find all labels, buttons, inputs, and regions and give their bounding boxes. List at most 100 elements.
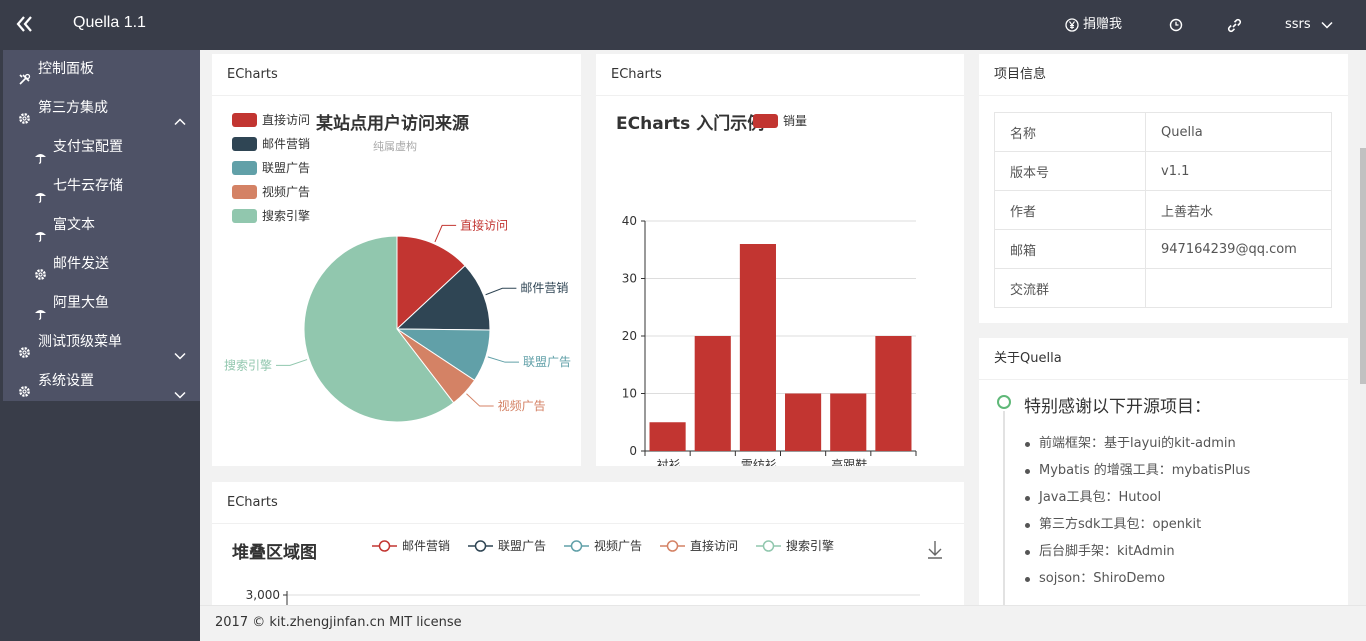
card-title: 关于Quella [979,338,1348,380]
legend-swatch [232,161,257,175]
sidebar-item[interactable]: 阿里大鱼 [3,284,200,323]
project-info-card: 项目信息 名称 Quella 版本号 v1.1 作者 上善若水 邮箱 947164239@qq… [979,54,1348,323]
umbrella-icon [34,180,47,203]
legend-label: 邮件营销 [402,539,450,553]
user-name: ssrs [1285,17,1311,32]
gear-icon [18,102,31,124]
sidebar-item-label: 七牛云存储 [53,178,123,194]
download-icon[interactable] [928,541,942,559]
clock-icon[interactable] [1169,15,1183,35]
sidebar-item[interactable]: 第三方集成 [3,89,200,128]
bar [830,393,867,451]
sidebar: 控制面板第三方集成支付宝配置七牛云存储富文本邮件发送阿里大鱼测试顶级菜单 系统设置 [0,50,200,641]
bar [785,393,822,451]
sidebar-item-label: 第三方集成 [38,100,108,116]
sidebar-item[interactable]: 七牛云存储 [3,167,200,206]
pie-label-line [466,393,494,407]
info-value: v1.1 [1145,151,1332,191]
chart-subtitle: 纯属虚构 [373,139,417,153]
link-icon[interactable] [1227,15,1242,35]
timeline-dot-icon [997,395,1011,409]
legend-label: 视频广告 [262,184,310,199]
user-menu[interactable]: ssrs [1285,15,1333,35]
timeline-line [1003,411,1005,605]
bar-chart-card: ECharts ECharts 入门示例 销量 0 10 20 30 40 衬衫 雪纺衫 高跟鞋 [596,54,964,466]
sidebar-item[interactable]: 支付宝配置 [3,128,200,167]
legend-marker [474,540,487,552]
y-tick-label: 3,000 [246,588,280,602]
chart-title: ECharts 入门示例 [616,113,764,134]
gear-icon [18,375,31,397]
legend-swatch [232,137,257,151]
chevron-down-icon [174,376,186,415]
table-row: 交流群 [994,268,1332,308]
info-value: 947164239@qq.com [1145,229,1332,269]
legend-swatch [232,113,257,127]
pie-label-line [487,356,520,363]
yen-icon [1065,18,1079,32]
page-scrollbar[interactable] [1360,50,1366,605]
table-row: 名称 Quella [994,112,1332,152]
collapse-sidebar-icon[interactable] [14,13,38,37]
legend-label: 搜索引擎 [262,208,310,223]
info-value: Quella [1145,112,1332,152]
pie-label: 视频广告 [498,398,546,413]
legend-swatch [753,114,778,128]
app-title: Quella 1.1 [73,14,146,31]
legend-marker [570,540,583,552]
sidebar-item-label: 富文本 [53,217,95,233]
sidebar-item[interactable]: 系统设置 [3,362,200,401]
pie-label-line [485,287,517,296]
pie-chart: 直接访问邮件营销联盟广告视频广告搜索引擎某站点用户访问来源纯属虚构直接访问邮件营… [224,112,571,423]
sidebar-item[interactable]: 测试顶级菜单 [3,323,200,362]
legend-marker [378,540,391,552]
about-card: 关于Quella 特别感谢以下开源项目： 前端框架：基于layui的kit-ad… [979,338,1348,605]
x-tick-label: 衬衫 [657,458,681,466]
pie-label-line [276,359,308,366]
y-tick-label: 40 [622,214,637,228]
scrollbar-thumb[interactable] [1360,148,1366,384]
footer: 2017 © kit.zhengjinfan.cn MIT license [200,605,1366,641]
bar [649,422,686,451]
info-key: 交流群 [994,268,1146,308]
legend-label: 视频广告 [594,538,642,553]
sidebar-item[interactable]: 富文本 [3,206,200,245]
y-tick-label: 0 [629,444,637,458]
top-header: Quella 1.1 捐赠我 ssrs [0,0,1366,50]
pie-label: 邮件营销 [520,281,568,295]
legend-swatch [232,185,257,199]
donate-label: 捐赠我 [1083,17,1123,32]
list-item: Java工具包：Hutool [1024,484,1250,511]
list-item: Mybatis 的增强工具：mybatisPlus [1024,457,1250,484]
sidebar-item[interactable]: 控制面板 [3,50,200,89]
y-tick-label: 10 [622,387,637,401]
bar-chart: ECharts 入门示例 销量 0 10 20 30 40 衬衫 雪纺衫 高跟鞋 [616,113,917,466]
card-title: ECharts [212,482,964,524]
sidebar-item-label: 支付宝配置 [53,139,123,155]
umbrella-icon [34,219,47,242]
pie-label-line [434,224,457,243]
legend-label: 销量 [783,114,807,128]
card-title: ECharts [212,54,581,96]
list-item: sojson：ShiroDemo [1024,565,1250,592]
area-chart-card: ECharts 堆叠区域图 邮件营销 联盟广告 视频广告 直接访问 搜索引擎 3,000 [212,482,964,605]
legend-label: 搜索引擎 [786,538,834,553]
info-value [1145,268,1332,308]
legend-label: 联盟广告 [262,161,310,175]
y-tick-label: 20 [622,329,637,343]
info-key: 作者 [994,190,1146,230]
download-icon-path [928,541,942,559]
bar [694,336,731,451]
sidebar-item[interactable]: 邮件发送 [3,245,200,284]
pie-label: 搜索引擎 [224,357,272,372]
about-list: 前端框架：基于layui的kit-admin Mybatis 的增强工具：myba… [1024,430,1250,592]
legend-swatch [232,209,257,223]
info-key: 名称 [994,112,1146,152]
info-key: 邮箱 [994,229,1146,269]
donate-button[interactable]: 捐赠我 [1065,15,1122,35]
sidebar-item-label: 阿里大鱼 [53,295,109,311]
bar [875,336,912,451]
chart-title: 某站点用户访问来源 [316,113,469,134]
tools-icon [18,63,31,85]
legend-label: 直接访问 [262,112,310,127]
